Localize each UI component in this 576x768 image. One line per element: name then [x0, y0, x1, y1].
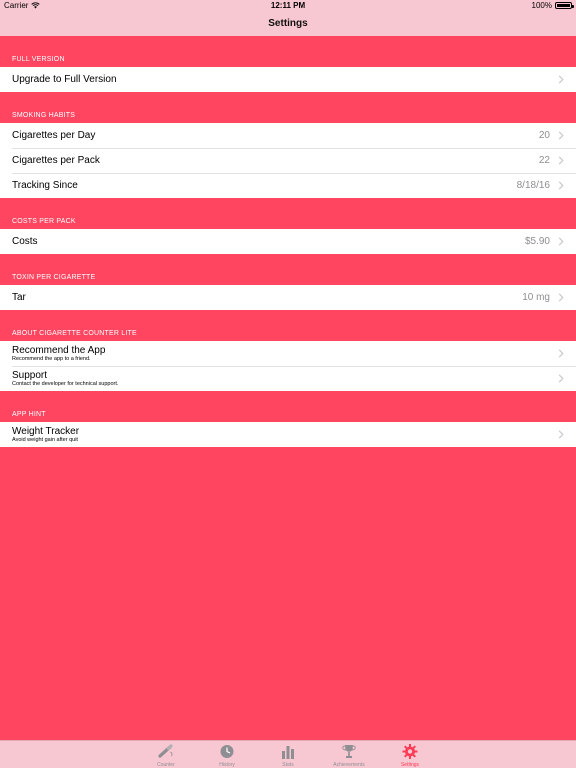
row-subtitle: Avoid weight gain after quit	[12, 436, 78, 443]
section-header-smoking-habits: SMOKING HABITS	[12, 112, 76, 119]
cigarettes-per-day-row[interactable]: Cigarettes per Day 20	[0, 123, 576, 148]
tab-label: History	[219, 762, 235, 768]
tab-label: Stats	[282, 762, 294, 768]
tab-bar: Counter History Stats Achievements Setti…	[0, 740, 576, 768]
row-label: Tar	[12, 292, 26, 303]
section-header-about: ABOUT CIGARETTE COUNTER LITE	[12, 330, 137, 337]
row-value: 22	[538, 155, 550, 166]
costs-row[interactable]: Costs $5.90	[0, 229, 576, 254]
row-label: Upgrade to Full Version	[12, 74, 117, 85]
tab-label: Settings	[400, 762, 420, 768]
row-value: 8/18/16	[516, 180, 550, 191]
section-header-toxin-per-cigarette: TOXIN PER CIGARETTE	[12, 274, 96, 281]
chevron-right-icon	[558, 131, 564, 140]
tracking-since-row[interactable]: Tracking Since 8/18/16	[0, 173, 576, 198]
battery-icon	[555, 2, 574, 9]
gear-icon	[402, 744, 418, 759]
tab-stats[interactable]: Stats	[258, 741, 319, 768]
row-value: 10 mg	[522, 292, 550, 303]
row-value: 20	[538, 130, 550, 141]
page-title: Settings	[268, 18, 308, 29]
row-subtitle: Recommend the app to a friend.	[12, 355, 91, 362]
clock-icon	[220, 745, 234, 758]
row-label: Support	[12, 369, 48, 381]
row-label: Costs	[12, 236, 38, 247]
settings-list: FULL VERSION Upgrade to Full Version SMO…	[0, 36, 576, 447]
battery-percent: 100%	[531, 1, 552, 10]
cigarette-icon	[158, 744, 173, 758]
row-label: Cigarettes per Day	[12, 130, 96, 141]
chevron-right-icon	[558, 75, 564, 84]
section-header-costs-per-pack: COSTS PER PACK	[12, 218, 76, 225]
tab-achievements[interactable]: Achievements	[319, 741, 380, 768]
chevron-right-icon	[558, 430, 564, 439]
bar-chart-icon	[282, 746, 294, 759]
status-time: 12:11 PM	[270, 1, 306, 10]
section-header-full-version: FULL VERSION	[12, 56, 65, 63]
status-bar: Carrier 12:11 PM 100%	[0, 0, 576, 12]
chevron-right-icon	[558, 293, 564, 302]
row-label: Tracking Since	[12, 180, 78, 191]
battery-indicator: 100%	[531, 1, 574, 10]
recommend-app-row[interactable]: Recommend the App Recommend the app to a…	[0, 341, 576, 366]
chevron-right-icon	[558, 181, 564, 190]
tab-label: Achievements	[333, 762, 365, 768]
upgrade-full-version-row[interactable]: Upgrade to Full Version	[0, 67, 576, 92]
row-label: Cigarettes per Pack	[12, 155, 100, 166]
chevron-right-icon	[558, 349, 564, 358]
chevron-right-icon	[558, 156, 564, 165]
nav-bar: Settings	[0, 12, 576, 36]
chevron-right-icon	[558, 237, 564, 246]
tab-counter[interactable]: Counter	[136, 741, 197, 768]
support-row[interactable]: Support Contact the developer for techni…	[0, 366, 576, 391]
row-subtitle: Contact the developer for technical supp…	[12, 380, 119, 387]
tab-label: Counter	[157, 762, 175, 768]
section-header-app-hint: APP HINT	[12, 411, 46, 418]
row-value: $5.90	[524, 236, 550, 247]
cigarettes-per-pack-row[interactable]: Cigarettes per Pack 22	[0, 148, 576, 173]
trophy-icon	[342, 745, 356, 758]
tab-history[interactable]: History	[197, 741, 258, 768]
row-label: Weight Tracker	[12, 425, 80, 437]
tar-row[interactable]: Tar 10 mg	[0, 285, 576, 310]
chevron-right-icon	[558, 374, 564, 383]
row-label: Recommend the App	[12, 344, 106, 356]
tab-settings[interactable]: Settings	[380, 741, 441, 768]
weight-tracker-row[interactable]: Weight Tracker Avoid weight gain after q…	[0, 422, 576, 447]
